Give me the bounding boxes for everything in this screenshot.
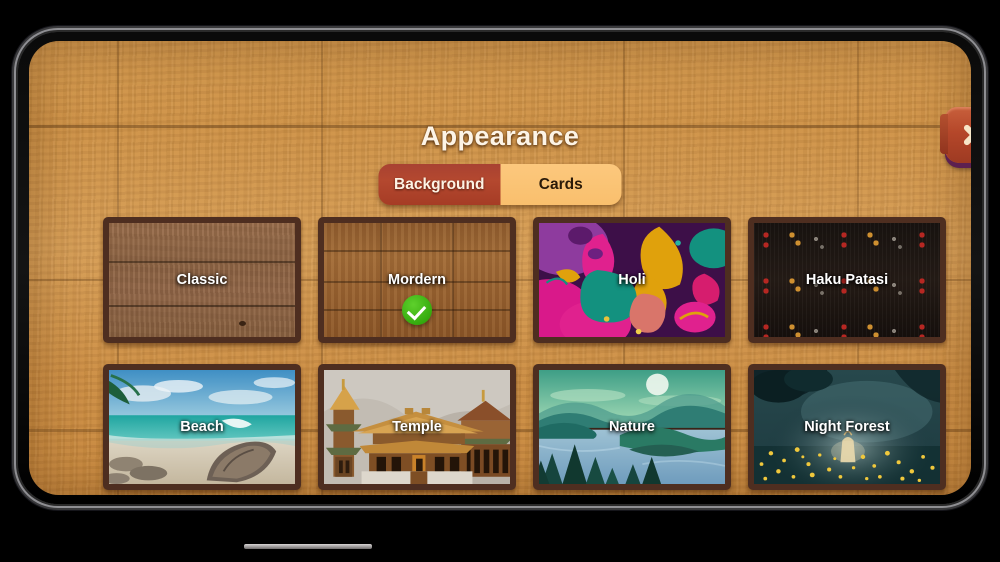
theme-card-temple[interactable]: Temple xyxy=(318,364,516,490)
theme-label: Nature xyxy=(609,419,655,435)
theme-card-mordern[interactable]: Mordern xyxy=(318,217,516,343)
screen-root: Appearance Background Cards Classic Mord… xyxy=(0,0,1000,562)
theme-card-haku-patasi[interactable]: Haku Patasi xyxy=(748,217,946,343)
tab-cards[interactable]: Cards xyxy=(500,164,622,205)
phone-power-button[interactable] xyxy=(244,544,372,549)
phone-frame: Appearance Background Cards Classic Mord… xyxy=(18,32,982,549)
theme-card-night-forest[interactable]: Night Forest xyxy=(748,364,946,490)
phone-screen: Appearance Background Cards Classic Mord… xyxy=(29,41,971,495)
theme-card-nature[interactable]: Nature xyxy=(533,364,731,490)
theme-label: Holi xyxy=(618,272,646,288)
theme-card-beach[interactable]: Beach xyxy=(103,364,301,490)
page-title: Appearance xyxy=(420,121,580,151)
tab-background[interactable]: Background xyxy=(378,164,500,205)
theme-label: Classic xyxy=(176,272,228,288)
selected-check-icon xyxy=(402,295,432,325)
theme-card-classic[interactable]: Classic xyxy=(103,217,301,343)
close-icon xyxy=(959,120,971,150)
background-theme-grid: Classic Mordern Holi Haku Patasi Beach T… xyxy=(103,217,955,490)
theme-label: Temple xyxy=(392,419,442,435)
theme-label: Beach xyxy=(180,419,224,435)
theme-label: Night Forest xyxy=(804,419,890,435)
theme-label: Haku Patasi xyxy=(805,272,889,288)
appearance-tabs: Background Cards xyxy=(378,164,622,205)
close-button[interactable] xyxy=(940,107,971,163)
theme-label: Mordern xyxy=(388,272,446,288)
theme-card-holi[interactable]: Holi xyxy=(533,217,731,343)
